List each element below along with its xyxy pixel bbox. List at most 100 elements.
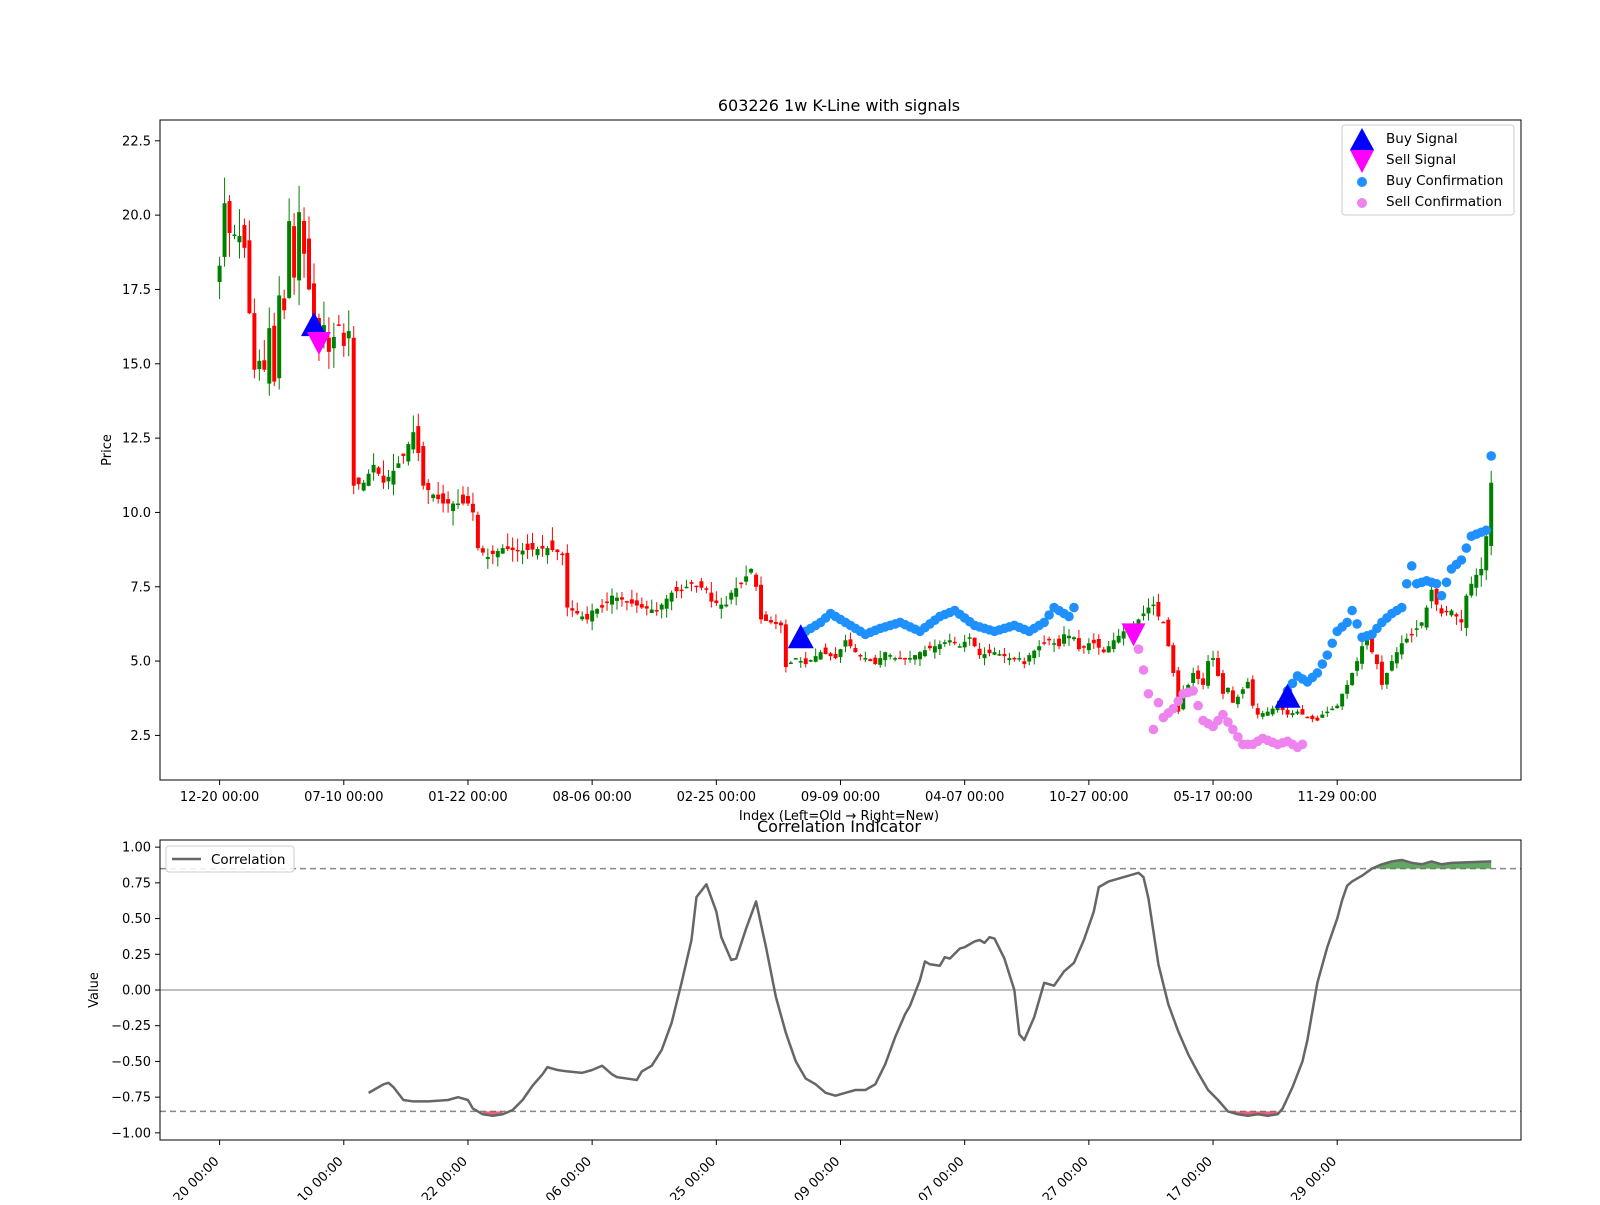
price-x-tick-label: 04-07 00:00: [925, 790, 1004, 805]
candle-body: [1295, 711, 1300, 714]
candle-body: [972, 637, 977, 647]
candle-body: [1255, 708, 1260, 715]
candle-body: [624, 601, 629, 603]
candle-body: [475, 514, 480, 549]
candle-body: [997, 654, 1002, 656]
candle-body: [411, 432, 416, 450]
price-y-tick-label: 17.5: [122, 283, 151, 298]
candle-body: [1424, 607, 1429, 628]
buy-confirmation-point: [1396, 602, 1407, 613]
buy-confirmation-point: [1461, 543, 1472, 553]
candle-body: [570, 608, 575, 611]
candle-body: [227, 201, 232, 233]
candle-body: [232, 234, 237, 236]
candle-body: [381, 475, 386, 483]
candle-body: [252, 313, 257, 370]
candle-body: [456, 503, 461, 506]
candle-body: [386, 476, 391, 482]
candle-body: [326, 337, 331, 352]
candle-body: [1484, 536, 1489, 571]
candle-body: [863, 658, 868, 660]
candle-body: [947, 640, 952, 643]
candle-body: [1067, 635, 1071, 639]
candle-body: [1101, 649, 1106, 653]
candle-body: [1389, 661, 1394, 671]
candle-body: [540, 545, 545, 549]
candle-body: [1032, 650, 1037, 659]
buy-confirmation-point: [1317, 659, 1328, 669]
candle-body: [1404, 638, 1409, 643]
candle-body: [1047, 638, 1052, 641]
candle-body: [431, 494, 436, 499]
candle-body: [1394, 652, 1399, 664]
candle-body: [1449, 610, 1454, 616]
candle-body: [1141, 613, 1146, 617]
candle-body: [1086, 643, 1091, 651]
candle-body: [416, 426, 421, 453]
candle-body: [356, 477, 361, 485]
candle-body: [888, 655, 893, 657]
buy-confirmation-point: [1431, 578, 1442, 589]
buy-confirmation-point: [1069, 602, 1079, 613]
candle-body: [1439, 608, 1444, 614]
candle-body: [952, 641, 957, 644]
sell-confirmation-point: [1188, 686, 1198, 696]
candle-body: [545, 548, 550, 556]
buy-confirmation-legend-icon: [1357, 177, 1367, 187]
correlation-chart-title: Correlation Indicator: [757, 817, 921, 836]
candle-body: [634, 600, 639, 606]
buy-confirmation-point: [1347, 605, 1357, 616]
buy-confirmation-point: [1322, 650, 1333, 660]
correlation-legend: Correlation: [165, 845, 295, 873]
candle-body: [505, 546, 510, 550]
candle-body: [1290, 713, 1295, 716]
candle-body: [1340, 693, 1345, 707]
sell-confirmation-point: [1297, 739, 1308, 750]
price-chart-title: 603226 1w K-Line with signals: [718, 96, 960, 115]
candle-body: [704, 588, 709, 590]
candle-body: [1235, 696, 1240, 705]
candle-body: [818, 652, 823, 660]
figure: 603226 1w K-Line with signals 2.5 5.0 7.5 1…: [0, 0, 1600, 1205]
candle-body: [1076, 638, 1081, 650]
candle-body: [729, 592, 734, 600]
candle-body: [1017, 658, 1022, 660]
candle-body: [550, 540, 555, 551]
candle-body: [560, 553, 565, 556]
candle-body: [903, 657, 908, 660]
candle-body: [1096, 639, 1101, 648]
candle-body: [1211, 658, 1216, 660]
candle-body: [1305, 716, 1310, 719]
buy-confirmation-point: [1481, 525, 1492, 536]
legend-sell-signal: Sell Signal: [1386, 152, 1456, 168]
price-y-axis-label: Price: [100, 434, 115, 466]
candle-body: [495, 551, 500, 558]
candle-body: [942, 642, 947, 644]
candle-body: [565, 552, 570, 608]
candle-body: [1454, 614, 1459, 617]
buy-confirmation-point: [1441, 577, 1452, 588]
candle-body: [1474, 574, 1479, 588]
legend-correlation: Correlation: [211, 852, 285, 868]
candle-body: [828, 653, 833, 657]
candle-body: [1355, 661, 1360, 671]
price-y-tick-label: 20.0: [122, 209, 151, 224]
candle-body: [987, 649, 992, 654]
price-x-tick-label: 09-09 00:00: [801, 790, 880, 805]
candle-body: [222, 203, 227, 257]
candle-body: [575, 610, 580, 614]
candle-body: [580, 616, 585, 620]
candle-body: [600, 605, 605, 608]
buy-confirmation-point: [1327, 638, 1338, 649]
candle-body: [590, 610, 595, 622]
candle-body: [937, 644, 942, 650]
candle-body: [1444, 610, 1449, 613]
candle-body: [530, 542, 535, 550]
candle-body: [421, 446, 426, 486]
candle-body: [719, 604, 724, 609]
candle-body: [1245, 681, 1250, 689]
candle-body: [1369, 638, 1374, 653]
candle-body: [555, 549, 560, 553]
candle-body: [406, 444, 411, 462]
sell-confirmation-point: [1133, 644, 1144, 654]
